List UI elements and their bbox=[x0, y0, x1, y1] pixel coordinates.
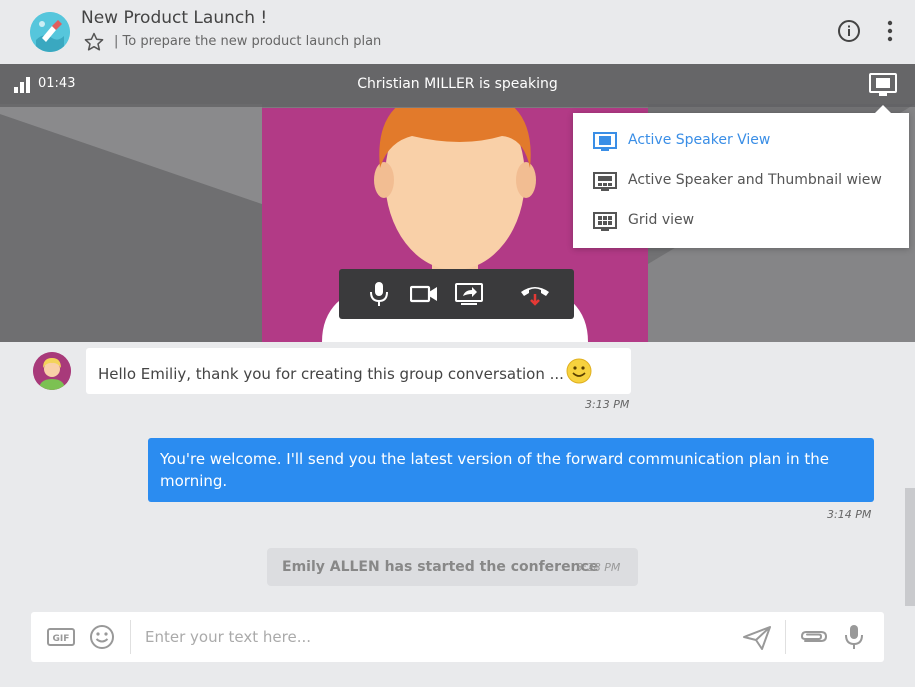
microphone-icon[interactable] bbox=[843, 623, 865, 651]
star-icon[interactable] bbox=[84, 32, 104, 52]
smiley-emoji-icon bbox=[566, 358, 592, 384]
menu-item-speaker-thumbnail-view[interactable]: Active Speaker and Thumbnail wiew bbox=[573, 162, 909, 202]
message-bubble-incoming: Hello Emiliy, thank you for creating thi… bbox=[86, 348, 631, 394]
conversation-logo bbox=[30, 12, 70, 52]
emoji-icon[interactable] bbox=[89, 624, 115, 650]
view-layout-icon[interactable] bbox=[869, 73, 897, 97]
menu-item-label: Active Speaker View bbox=[628, 132, 771, 148]
composer-divider bbox=[785, 620, 786, 654]
microphone-button[interactable] bbox=[365, 281, 393, 307]
view-layout-menu: Active Speaker View Active Speaker and T… bbox=[573, 105, 909, 248]
call-controls bbox=[339, 269, 574, 319]
conversation-title: New Product Launch ! bbox=[81, 8, 268, 28]
svg-text:GIF: GIF bbox=[53, 634, 70, 644]
avatar bbox=[33, 352, 71, 390]
paperclip-icon[interactable] bbox=[797, 624, 829, 650]
chat-scrollbar[interactable] bbox=[905, 488, 915, 606]
message-composer: GIF bbox=[31, 612, 884, 662]
system-message-text: Emily ALLEN has started the conference bbox=[282, 559, 599, 575]
grid-view-icon bbox=[593, 212, 617, 232]
system-message-timestamp: 3:28 PM bbox=[576, 561, 621, 574]
system-message: Emily ALLEN has started the conference 3… bbox=[267, 548, 638, 586]
video-camera-icon bbox=[410, 285, 437, 303]
share-screen-button[interactable] bbox=[455, 281, 483, 307]
speaking-indicator: Christian MILLER is speaking bbox=[357, 76, 558, 92]
menu-item-grid-view[interactable]: Grid view bbox=[573, 202, 909, 242]
info-icon[interactable] bbox=[837, 19, 861, 43]
speaker-thumbnail-view-icon bbox=[593, 172, 617, 192]
more-options-icon[interactable] bbox=[880, 19, 900, 43]
message-timestamp: 3:14 PM bbox=[827, 508, 872, 521]
gif-icon[interactable]: GIF bbox=[47, 628, 75, 646]
send-icon[interactable] bbox=[742, 625, 772, 651]
camera-button[interactable] bbox=[410, 281, 438, 307]
message-text: Hello Emiliy, thank you for creating thi… bbox=[98, 365, 564, 383]
menu-item-label: Active Speaker and Thumbnail wiew bbox=[628, 172, 882, 188]
hang-up-button[interactable] bbox=[519, 281, 551, 307]
message-bubble-outgoing: You're welcome. I'll send you the latest… bbox=[148, 438, 874, 502]
message-list[interactable]: Hello Emiliy, thank you for creating thi… bbox=[0, 342, 915, 612]
message-timestamp: 3:13 PM bbox=[585, 398, 630, 411]
call-status-bar: 01:43 Christian MILLER is speaking bbox=[0, 64, 915, 107]
conversation-subtitle: | To prepare the new product launch plan bbox=[114, 34, 382, 49]
hang-up-icon bbox=[521, 287, 549, 306]
composer-divider bbox=[130, 620, 131, 654]
conversation-header: New Product Launch ! | To prepare the ne… bbox=[0, 0, 915, 64]
menu-item-label: Grid view bbox=[628, 212, 695, 228]
microphone-icon bbox=[370, 282, 388, 306]
message-input[interactable] bbox=[145, 620, 735, 654]
share-screen-icon bbox=[455, 283, 483, 305]
message-text: You're welcome. I'll send you the latest… bbox=[160, 450, 829, 490]
active-speaker-view-icon bbox=[593, 132, 617, 152]
menu-item-active-speaker-view[interactable]: Active Speaker View bbox=[573, 122, 909, 162]
